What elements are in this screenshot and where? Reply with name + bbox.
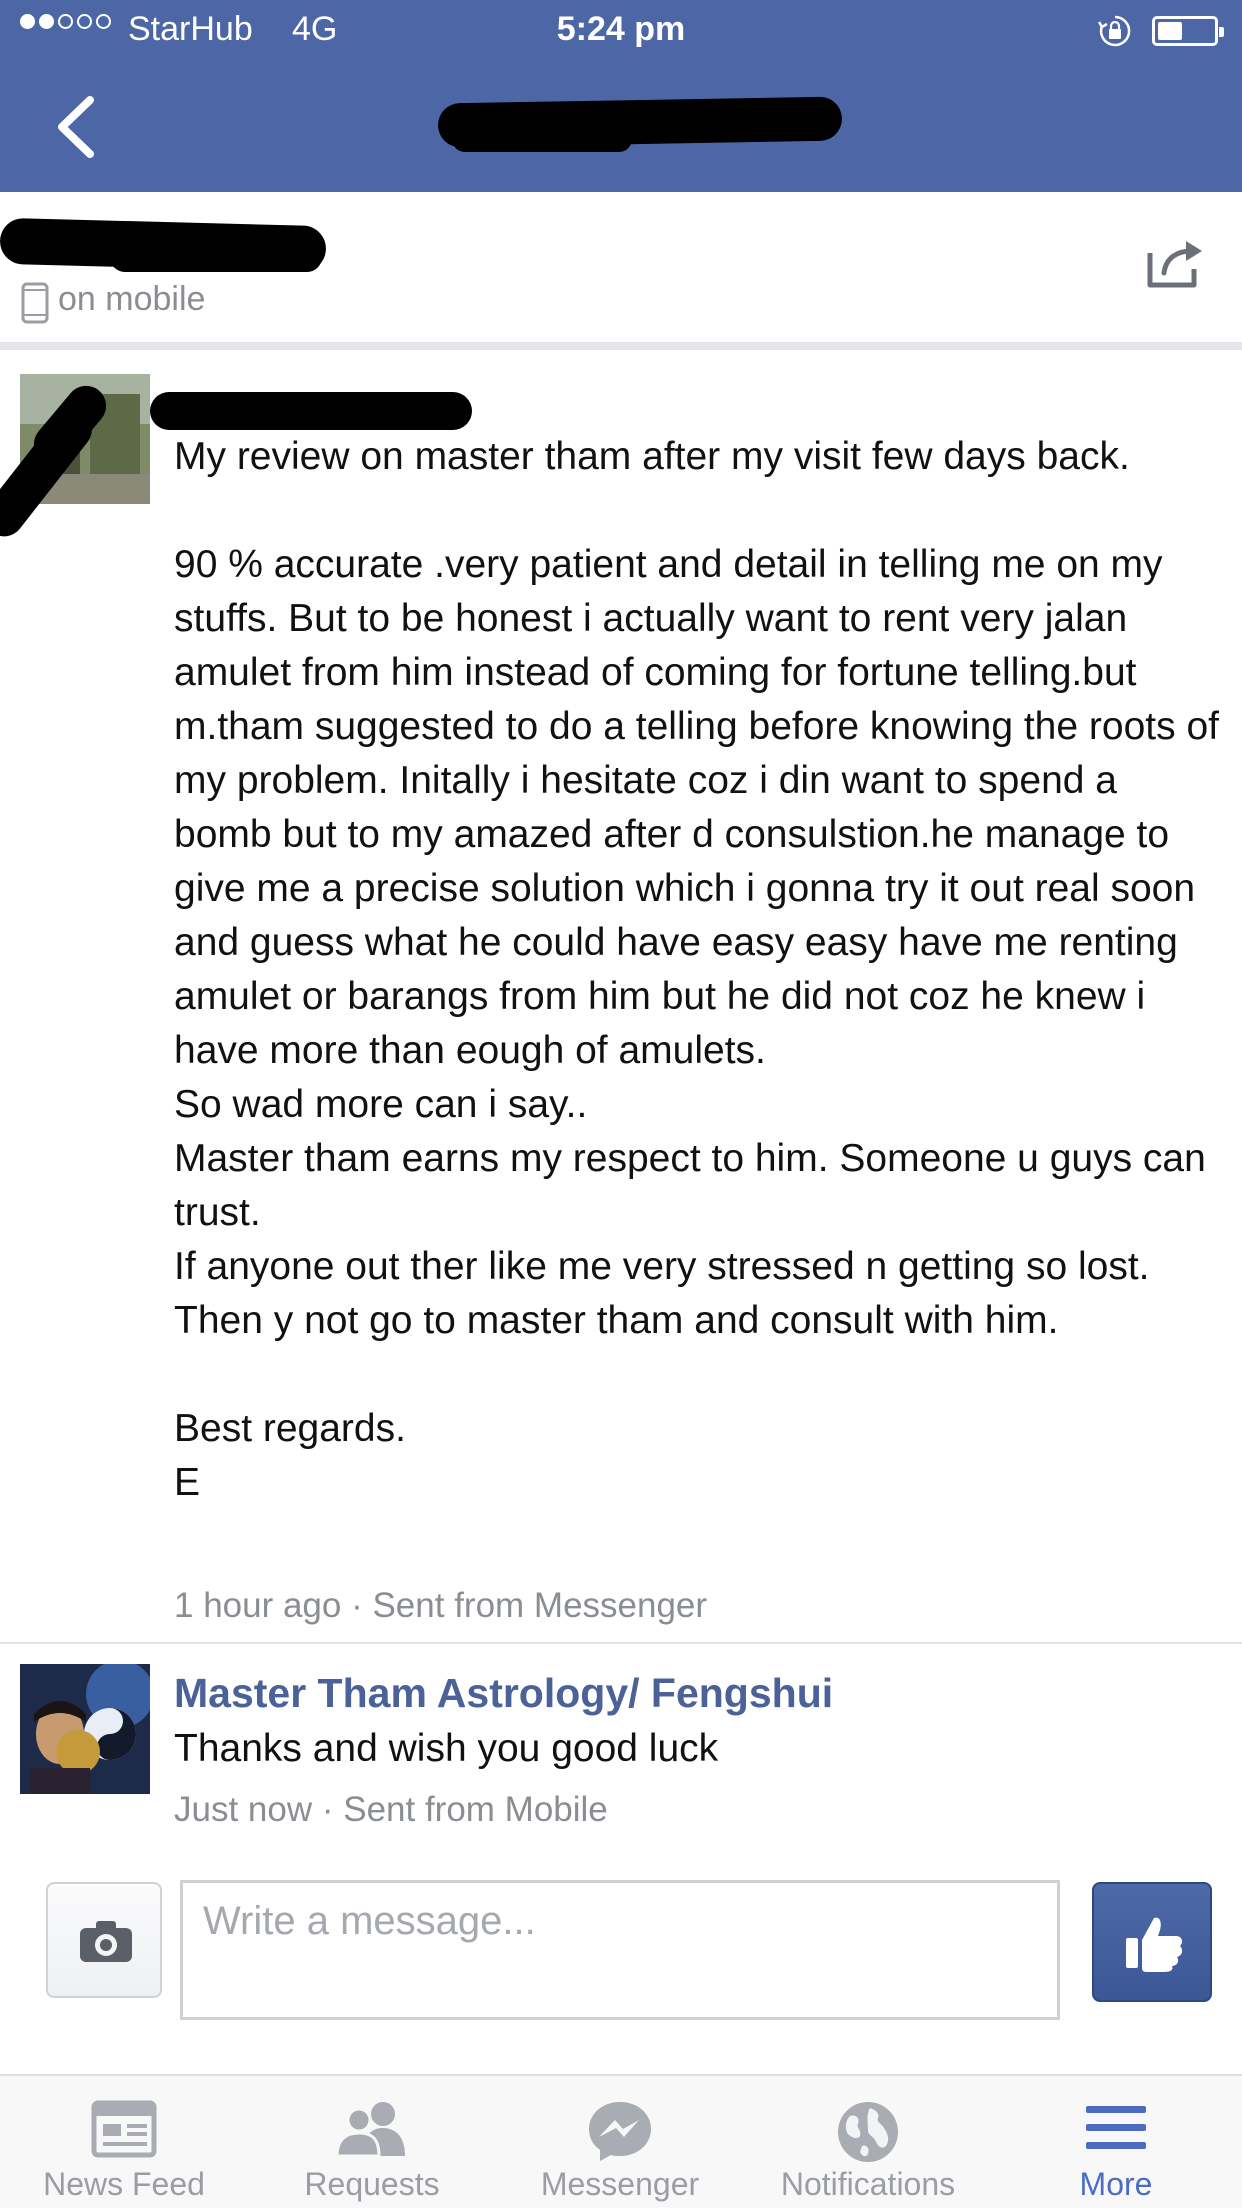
tab-label: Notifications xyxy=(780,2166,956,2202)
sender-name[interactable]: Master Tham Astrology/ Fengshui xyxy=(174,1670,833,1717)
tab-news-feed[interactable]: News Feed xyxy=(0,2076,248,2208)
tab-label: News Feed xyxy=(43,2166,205,2202)
camera-button[interactable] xyxy=(46,1882,162,1998)
redaction-mark xyxy=(150,392,472,430)
camera-icon xyxy=(80,1921,132,1962)
message-timestamp: Just now · Sent from Mobile xyxy=(174,1790,608,1829)
like-button[interactable] xyxy=(1092,1882,1212,2002)
redaction-mark xyxy=(452,126,632,152)
tab-label: More xyxy=(1079,2166,1153,2202)
tab-more[interactable]: More xyxy=(992,2076,1240,2208)
message-composer xyxy=(0,1860,1242,2075)
tab-label: Requests xyxy=(304,2166,440,2202)
globe-icon xyxy=(838,2102,898,2162)
message-text: Thanks and wish you good luck xyxy=(174,1727,719,1770)
friend-requests-icon xyxy=(335,2102,405,2158)
clock: 5:24 pm xyxy=(556,10,686,48)
status-bar: StarHub 4G 5:24 pm xyxy=(0,0,1242,64)
mobile-phone-icon xyxy=(21,282,49,324)
tab-requests[interactable]: Requests xyxy=(248,2076,496,2208)
presence-status: on mobile xyxy=(58,280,206,318)
message-input[interactable] xyxy=(180,1880,1060,2020)
back-chevron-icon[interactable] xyxy=(52,94,98,160)
battery-icon xyxy=(1152,16,1224,46)
thumbs-up-icon xyxy=(1126,1917,1183,1972)
message-timestamp: 1 hour ago · Sent from Messenger xyxy=(174,1586,708,1625)
rotation-lock-icon xyxy=(1098,15,1131,47)
divider xyxy=(0,342,1242,350)
tab-bar: News Feed Requests Messenger Notificatio… xyxy=(0,2074,1242,2208)
messenger-icon xyxy=(589,2102,651,2161)
tab-label: Messenger xyxy=(540,2166,700,2202)
navigation-bar xyxy=(0,64,1242,192)
conversation-header: on mobile xyxy=(0,192,1242,342)
message-text: My review on master tham after my visit … xyxy=(174,435,1219,1504)
tab-messenger[interactable]: Messenger xyxy=(496,2076,744,2208)
menu-icon xyxy=(1086,2106,1146,2149)
share-icon[interactable] xyxy=(1146,237,1206,289)
message-item: Master Tham Astrology/ Fengshui Thanks a… xyxy=(0,1644,1242,1844)
message-item: My review on master tham after my visit … xyxy=(0,350,1242,1642)
news-feed-icon xyxy=(91,2100,157,2158)
avatar[interactable] xyxy=(20,1664,150,1794)
redaction-mark xyxy=(110,242,322,272)
tab-notifications[interactable]: Notifications xyxy=(744,2076,992,2208)
